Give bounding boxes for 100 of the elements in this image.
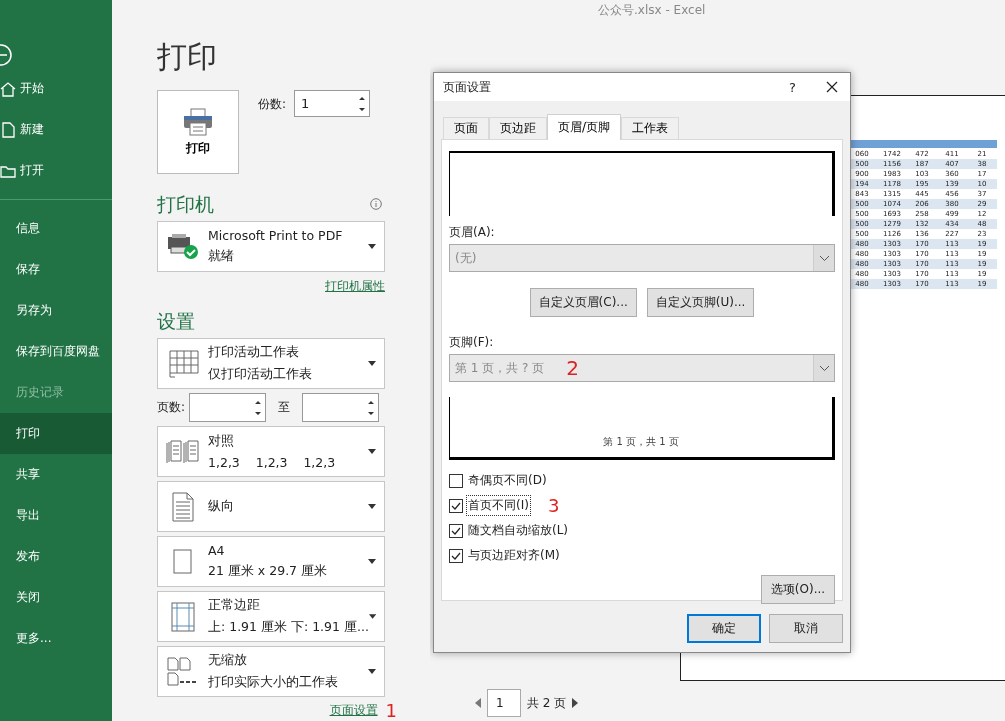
next-page-icon[interactable] <box>572 698 579 708</box>
table-icon <box>166 348 200 379</box>
settings-dropdown[interactable]: 对照 1,2,3 1,2,3 1,2,3 <box>157 426 385 477</box>
tab[interactable]: 工作表 <box>621 117 680 139</box>
settings-dropdown[interactable]: A4 21 厘米 x 29.7 厘米 <box>157 536 385 587</box>
page-title: 打印 <box>157 38 218 76</box>
checkbox-label: 奇偶页不同(D) <box>467 472 548 489</box>
option-subtitle: 21 厘米 x 29.7 厘米 <box>208 563 329 580</box>
page-count: 共 2 页 <box>527 694 567 712</box>
document-icon <box>0 121 16 138</box>
annotation-number: 3 <box>547 495 560 516</box>
spin-arrows-icon <box>255 399 262 416</box>
page-setup-link[interactable]: 页面设置 <box>329 702 378 719</box>
dropdown-arrow-icon <box>368 361 376 366</box>
option-title: 对照 <box>208 433 235 450</box>
dropdown-arrow-icon <box>368 669 376 674</box>
menu-item[interactable]: 关闭 <box>0 577 112 618</box>
section-heading: 打印机 <box>157 192 214 217</box>
settings-dropdown[interactable]: 纵向 <box>157 481 385 532</box>
custom-footer-button[interactable]: 自定义页脚(U)... <box>646 288 755 317</box>
option-title: 打印活动工作表 <box>208 344 300 361</box>
custom-header-button[interactable]: 自定义页眉(C)... <box>529 288 637 317</box>
option-title: A4 <box>208 543 226 558</box>
option-subtitle: 1,2,3 1,2,3 1,2,3 <box>208 455 337 470</box>
checkmark-icon <box>451 501 461 510</box>
portrait-page-icon <box>172 491 194 522</box>
dropdown-value: (无) <box>455 249 477 267</box>
checkbox[interactable] <box>449 548 463 563</box>
tab[interactable]: 页眉/页脚 <box>547 114 622 140</box>
checkbox[interactable] <box>449 523 463 538</box>
print-button[interactable]: 打印 <box>157 90 239 174</box>
option-title: 无缩放 <box>208 652 248 669</box>
checkbox[interactable] <box>449 473 463 488</box>
checkbox-label: 与页边距对齐(M) <box>467 547 561 564</box>
copies-field[interactable]: 1 <box>294 90 371 117</box>
margins-icon <box>171 601 195 632</box>
to-label: 至 <box>278 399 291 416</box>
dropdown-arrow-icon <box>368 614 376 619</box>
copies-label: 份数: <box>258 96 287 113</box>
menu-item[interactable]: 导出 <box>0 495 112 536</box>
settings-dropdown[interactable]: 打印活动工作表 仅打印活动工作表 <box>157 338 385 389</box>
help-button[interactable]: ? <box>789 79 796 95</box>
blank-page-icon <box>173 548 193 575</box>
option-subtitle: 就绪 <box>208 248 235 265</box>
tab[interactable]: 页边距 <box>489 117 547 139</box>
page-from-field[interactable] <box>189 393 267 422</box>
stacked-pages-icon <box>166 438 200 465</box>
dropdown-arrow-icon <box>368 449 376 454</box>
footer-label: 页脚(F): <box>449 334 495 350</box>
dropdown-arrow-icon <box>368 504 376 509</box>
menu-item[interactable]: 共享 <box>0 454 112 495</box>
menu-item[interactable]: 新建 <box>0 109 112 150</box>
menu-item[interactable]: 打印 <box>0 413 112 454</box>
previous-page-icon[interactable] <box>475 698 481 708</box>
option-title: Microsoft Print to PDF <box>208 228 344 243</box>
window-title: 公众号.xlsx - Excel <box>597 2 707 19</box>
checkbox[interactable] <box>449 498 463 513</box>
printer-properties-link[interactable]: 打印机属性 <box>325 279 385 293</box>
checkmark-icon <box>451 526 461 535</box>
settings-dropdown[interactable]: 无缩放 打印实际大小的工作表 <box>157 646 385 697</box>
option-title: 纵向 <box>208 498 235 515</box>
options-button[interactable]: 选项(O)... <box>761 575 835 604</box>
menu-item[interactable]: 另存为 <box>0 290 112 331</box>
section-heading: 设置 <box>157 309 195 334</box>
page-number-field[interactable]: 1 <box>487 689 521 717</box>
pages-label: 页数: <box>157 399 186 416</box>
checkmark-icon <box>451 551 461 560</box>
printer-ready-icon <box>166 232 200 261</box>
printer-icon <box>183 107 213 136</box>
ok-button[interactable]: 确定 <box>687 614 761 643</box>
close-icon[interactable] <box>826 81 838 93</box>
tab[interactable]: 页面 <box>443 117 489 139</box>
menu-item[interactable]: 信息 <box>0 208 112 249</box>
option-title: 正常边距 <box>208 597 261 614</box>
settings-dropdown[interactable]: 正常边距 上: 1.91 厘米 下: 1.91 厘... <box>157 591 385 642</box>
menu-item[interactable]: 发布 <box>0 536 112 577</box>
menu-item[interactable]: 保存 <box>0 249 112 290</box>
menu-item[interactable]: 开始 <box>0 68 112 109</box>
menu-item[interactable]: 更多... <box>0 618 112 659</box>
dropdown-arrow-icon <box>368 559 376 564</box>
spin-arrows-icon <box>368 399 375 416</box>
annotation-number: 1 <box>385 700 397 721</box>
dropdown-arrow-icon <box>368 244 376 249</box>
spin-arrows-icon <box>359 95 366 112</box>
menu-item[interactable]: 保存到百度网盘 <box>0 331 112 372</box>
page-to-field[interactable] <box>302 393 380 422</box>
printer-dropdown[interactable]: Microsoft Print to PDF 就绪 <box>157 221 385 272</box>
option-subtitle: 仅打印活动工作表 <box>208 366 313 383</box>
home-icon <box>0 80 16 97</box>
menu-item[interactable]: 打开 <box>0 150 112 191</box>
header-label: 页眉(A): <box>449 224 496 240</box>
cancel-button[interactable]: 取消 <box>769 614 843 643</box>
dropdown-value: 第 1 页，共 ? 页 <box>455 359 545 377</box>
checkbox-label: 随文档自动缩放(L) <box>467 522 570 539</box>
footer-preview-text: 第 1 页，共 1 页 <box>603 435 679 449</box>
option-subtitle: 打印实际大小的工作表 <box>208 674 339 691</box>
dialog-title: 页面设置 <box>443 78 492 96</box>
option-subtitle: 上: 1.91 厘米 下: 1.91 厘... <box>208 619 369 636</box>
checkbox-label: 首页不同(I) <box>467 496 530 515</box>
chevron-down-icon <box>819 365 829 371</box>
